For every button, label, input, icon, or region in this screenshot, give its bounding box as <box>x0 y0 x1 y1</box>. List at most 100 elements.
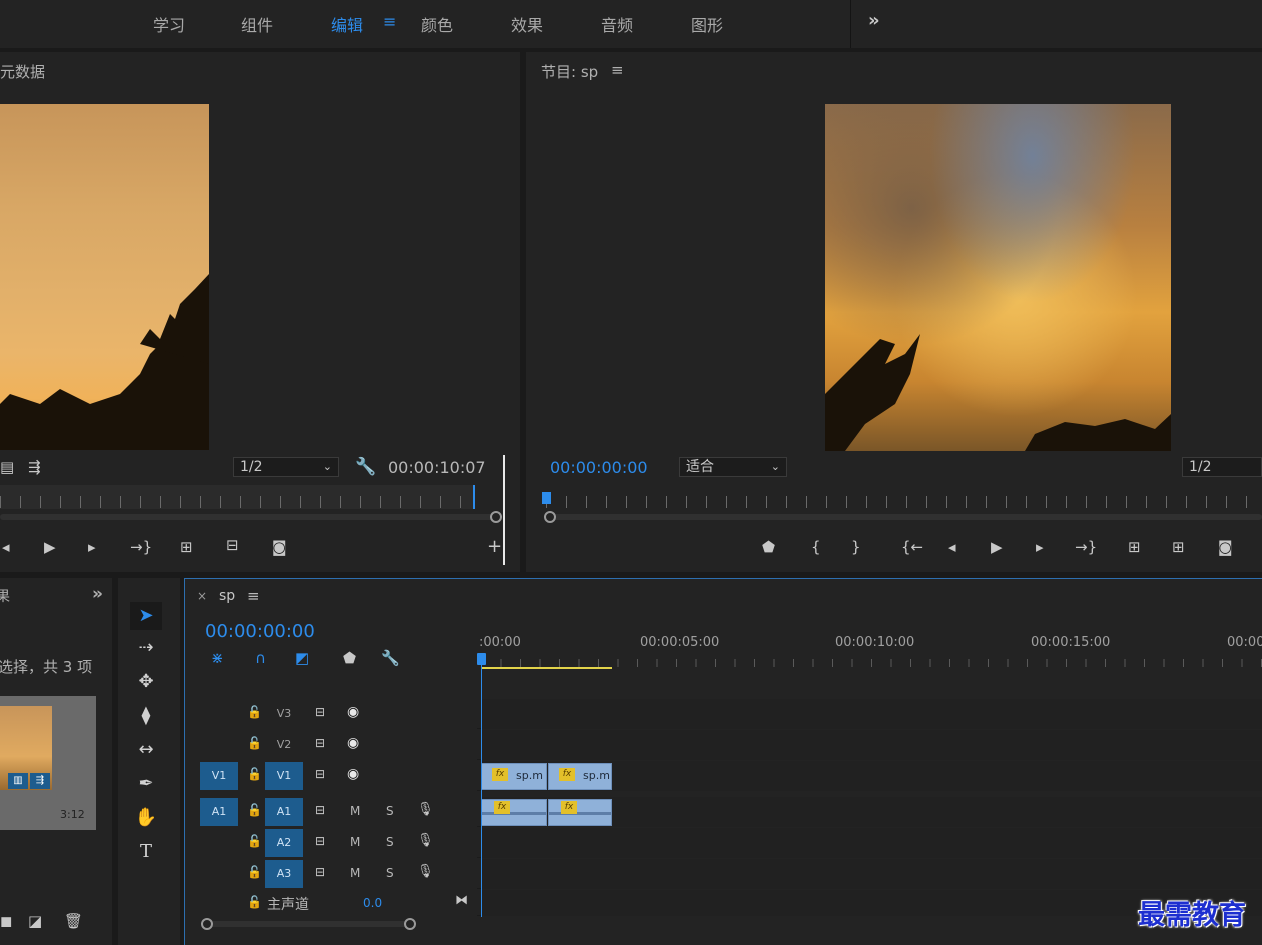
type-tool-icon[interactable]: T <box>130 838 162 866</box>
workspace-menu-icon[interactable]: ≡ <box>383 12 396 31</box>
track-target-a3[interactable]: A3 <box>265 860 303 888</box>
extract-icon[interactable]: ⊞ <box>1172 538 1185 556</box>
add-button-icon[interactable]: + <box>487 536 502 557</box>
close-icon[interactable]: × <box>197 589 207 603</box>
track-area[interactable] <box>481 730 1262 760</box>
lock-icon[interactable]: 🔓 <box>247 865 262 879</box>
insert-icon[interactable]: ⊞ <box>180 538 193 556</box>
mark-in-icon[interactable]: { <box>811 538 821 556</box>
step-back-icon[interactable]: ◂ <box>2 538 10 556</box>
source-patch-v1[interactable]: V1 <box>200 762 238 790</box>
solo-button[interactable]: S <box>386 804 394 818</box>
microphone-icon[interactable]: 🎙 <box>417 864 434 879</box>
lock-icon[interactable]: 🔓 <box>247 803 262 817</box>
new-bin-icon[interactable]: ◪ <box>28 912 42 930</box>
eye-icon[interactable]: ◉ <box>347 735 359 751</box>
workspace-tab-learn[interactable]: 学习 <box>153 12 185 36</box>
panel-tab-metadata[interactable]: 元数据 <box>0 61 45 82</box>
step-back-icon[interactable]: ◂ <box>948 538 956 556</box>
go-to-out-icon[interactable]: →} <box>1075 538 1097 556</box>
go-to-out-icon[interactable]: →} <box>130 538 152 556</box>
sync-lock-icon[interactable]: ⊟ <box>315 736 325 750</box>
selection-tool-icon[interactable]: ➤ <box>130 602 162 630</box>
hand-tool-icon[interactable]: ✋ <box>130 804 162 832</box>
timeline-menu-icon[interactable]: ≡ <box>247 587 260 605</box>
mute-button[interactable]: M <box>350 835 360 849</box>
source-resolution-select[interactable]: 1/2 ⌄ <box>233 457 339 477</box>
master-volume-value[interactable]: 0.0 <box>363 896 382 910</box>
source-patch-a1[interactable]: A1 <box>200 798 238 826</box>
video-clip[interactable]: fx sp.m <box>481 763 547 790</box>
wrench-icon[interactable]: 🔧 <box>381 649 400 667</box>
track-area[interactable]: fx sp.m fx sp.m <box>481 761 1262 791</box>
linked-selection-icon[interactable]: ◩ <box>295 649 309 667</box>
timeline-zoom-handle-left[interactable] <box>201 918 213 930</box>
overwrite-icon[interactable]: ⊟ <box>226 536 239 554</box>
double-chevron-right-icon[interactable]: » <box>92 584 103 604</box>
track-area[interactable] <box>481 859 1262 889</box>
program-zoom-handle[interactable] <box>544 511 556 523</box>
ripple-edit-tool-icon[interactable]: ✥ <box>130 668 162 696</box>
pen-tool-icon[interactable]: ✒ <box>130 770 162 798</box>
solo-button[interactable]: S <box>386 835 394 849</box>
sync-lock-icon[interactable]: ⊟ <box>315 767 325 781</box>
sync-lock-icon[interactable]: ⊟ <box>315 834 325 848</box>
trash-icon[interactable]: 🗑 <box>64 912 83 930</box>
timeline-zoom-handle-right[interactable] <box>404 918 416 930</box>
workspace-tab-assembly[interactable]: 组件 <box>241 12 273 36</box>
panel-tab-effects[interactable]: 果 <box>0 586 10 606</box>
audio-clip[interactable]: fx <box>548 799 612 826</box>
project-clip-thumbnail[interactable]: ▥ ⇶ 3:12 <box>0 696 96 830</box>
workspace-tab-graphics[interactable]: 图形 <box>691 12 723 36</box>
go-to-edge-icon[interactable]: ⧓ <box>455 893 468 908</box>
lock-icon[interactable]: 🔓 <box>247 895 262 909</box>
nest-toggle-icon[interactable]: ⋇ <box>211 649 224 667</box>
drag-audio-icon[interactable]: ⇶ <box>28 458 41 476</box>
filmstrip-icon[interactable]: ▤ <box>0 458 14 476</box>
timeline-playhead[interactable] <box>477 653 486 665</box>
lock-icon[interactable]: 🔓 <box>247 705 262 719</box>
lock-icon[interactable]: 🔓 <box>247 736 262 750</box>
eye-icon[interactable]: ◉ <box>347 766 359 782</box>
source-zoom-handle[interactable] <box>490 511 502 523</box>
program-zoom-select[interactable]: 适合 ⌄ <box>679 457 787 477</box>
program-playhead[interactable] <box>542 492 551 504</box>
video-clip[interactable]: fx sp.m <box>548 763 612 790</box>
track-select-tool-icon[interactable]: ⇢ <box>130 634 162 662</box>
microphone-icon[interactable]: 🎙 <box>417 833 434 848</box>
go-to-in-icon[interactable]: {← <box>901 538 923 556</box>
razor-tool-icon[interactable]: ⧫ <box>130 702 162 730</box>
track-area[interactable]: fx fx <box>481 797 1262 827</box>
workspace-tab-editing[interactable]: 编辑 <box>331 12 363 36</box>
solo-button[interactable]: S <box>386 866 394 880</box>
mute-button[interactable]: M <box>350 804 360 818</box>
wrench-icon[interactable]: 🔧 <box>355 457 376 477</box>
new-item-icon[interactable]: ◼ <box>0 912 12 930</box>
sequence-tab[interactable]: sp <box>219 588 235 604</box>
slip-tool-icon[interactable]: ↔ <box>130 736 162 764</box>
track-area[interactable] <box>481 699 1262 729</box>
add-marker-icon[interactable]: ⬟ <box>762 538 775 556</box>
track-area[interactable] <box>481 828 1262 858</box>
microphone-icon[interactable]: 🎙 <box>417 802 434 817</box>
double-chevron-right-icon[interactable]: » <box>868 10 880 31</box>
workspace-tab-effects[interactable]: 效果 <box>511 12 543 36</box>
camera-icon[interactable]: ◙ <box>272 538 287 556</box>
play-icon[interactable]: ▶ <box>44 538 56 556</box>
source-zoom-bar[interactable] <box>0 514 494 520</box>
mute-button[interactable]: M <box>350 866 360 880</box>
snap-magnet-icon[interactable]: ∩ <box>255 649 266 667</box>
sync-lock-icon[interactable]: ⊟ <box>315 705 325 719</box>
track-target-v2[interactable]: V2 <box>265 731 303 759</box>
program-menu-icon[interactable]: ≡ <box>611 61 624 79</box>
program-playhead-timecode[interactable]: 00:00:00:00 <box>550 458 648 477</box>
sync-lock-icon[interactable]: ⊟ <box>315 803 325 817</box>
add-marker-icon[interactable]: ⬟ <box>343 649 356 667</box>
program-resolution-select[interactable]: 1/2 <box>1182 457 1262 477</box>
timeline-playhead-timecode[interactable]: 00:00:00:00 <box>205 621 315 642</box>
sync-lock-icon[interactable]: ⊟ <box>315 865 325 879</box>
track-target-v1[interactable]: V1 <box>265 762 303 790</box>
timeline-zoom-bar[interactable] <box>209 921 409 927</box>
track-target-v3[interactable]: V3 <box>265 700 303 728</box>
program-zoom-bar[interactable] <box>552 514 1262 520</box>
